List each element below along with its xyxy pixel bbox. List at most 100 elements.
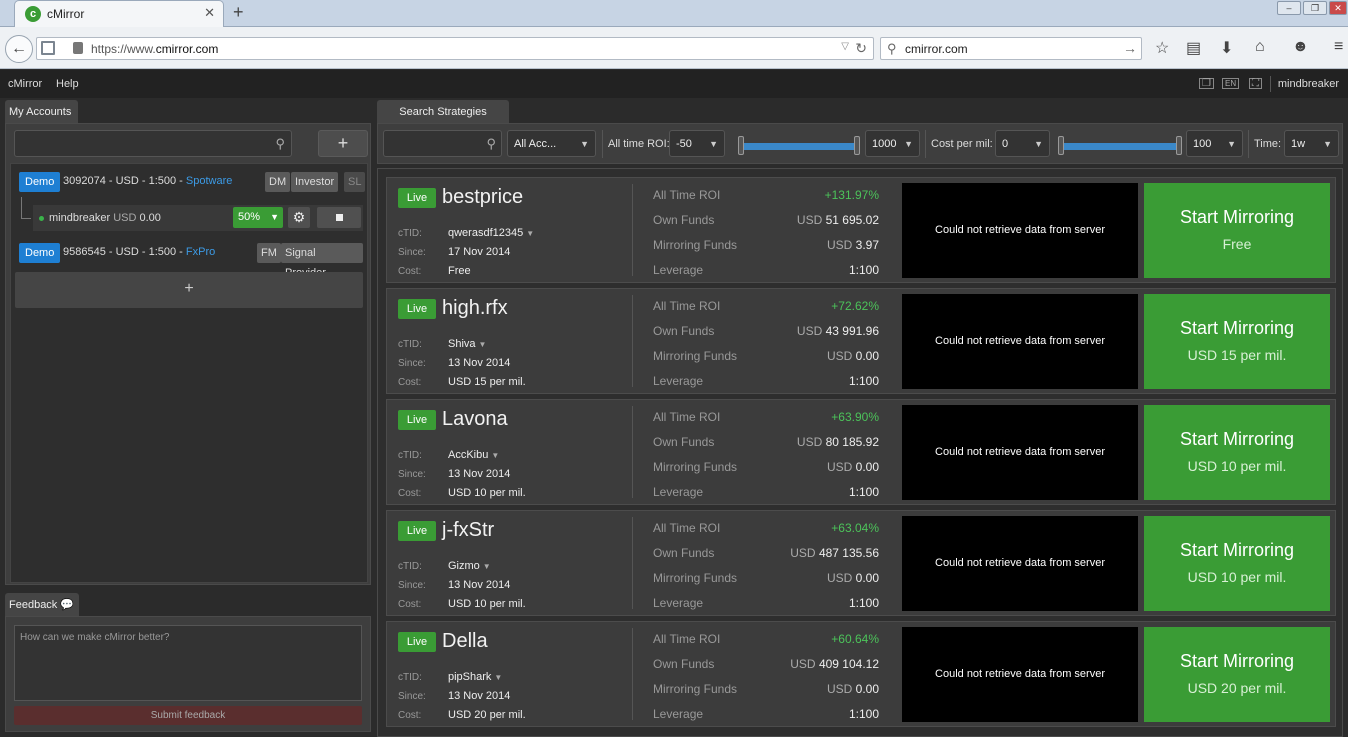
start-mirroring-button[interactable]: Start Mirroring Free bbox=[1144, 183, 1330, 278]
submit-feedback-button[interactable]: Submit feedback bbox=[14, 706, 362, 725]
url-text[interactable]: https://www.cmirror.com bbox=[91, 42, 218, 56]
add-account-row-button[interactable]: + bbox=[15, 272, 363, 308]
since-value: 13 Nov 2014 bbox=[448, 690, 511, 702]
close-window-icon[interactable]: ✕ bbox=[1329, 1, 1347, 15]
strategy-name[interactable]: high.rfx bbox=[442, 297, 508, 320]
app-grid-icon[interactable] bbox=[41, 41, 55, 55]
roi-slider-min-handle[interactable] bbox=[738, 136, 744, 155]
cost-value: USD 10 per mil. bbox=[448, 598, 526, 610]
new-tab-icon[interactable]: + bbox=[233, 2, 244, 23]
menu-help[interactable]: Help bbox=[56, 78, 79, 90]
strategy-name[interactable]: j-fxStr bbox=[442, 519, 494, 542]
account-row[interactable]: Demo 3092074 - USD - 1:500 - Spotware DM… bbox=[15, 170, 366, 194]
window-icon[interactable]: ❐ bbox=[1199, 78, 1214, 89]
download-icon[interactable]: ⬇ bbox=[1220, 38, 1233, 58]
bookmark-star-icon[interactable]: ☆ bbox=[1155, 38, 1169, 58]
start-mirroring-cost: USD 10 per mil. bbox=[1187, 569, 1287, 585]
leverage-label: Leverage bbox=[653, 263, 704, 277]
strategy-name[interactable]: bestprice bbox=[442, 186, 523, 209]
roi-max-select[interactable]: 1000 ▼ bbox=[865, 130, 920, 157]
start-mirroring-button[interactable]: Start Mirroring USD 10 per mil. bbox=[1144, 405, 1330, 500]
minimize-icon[interactable]: – bbox=[1277, 1, 1301, 15]
start-mirroring-label: Start Mirroring bbox=[1179, 207, 1295, 227]
bookmarks-list-icon[interactable]: ▤ bbox=[1186, 38, 1201, 58]
accounts-search-input[interactable]: ⚲ bbox=[14, 130, 292, 157]
strategy-list: Live bestprice cTID: qwerasdf12345 ▼ Sinc… bbox=[377, 168, 1343, 737]
stop-icon bbox=[336, 214, 343, 221]
mirroring-funds-label: Mirroring Funds bbox=[653, 682, 738, 696]
roi-slider-max-handle[interactable] bbox=[854, 136, 860, 155]
fm-chip[interactable]: FM bbox=[257, 243, 281, 263]
time-select[interactable]: 1w ▼ bbox=[1284, 130, 1339, 157]
cost-min-select[interactable]: 0 ▼ bbox=[995, 130, 1050, 157]
allocation-select[interactable]: 50% ▼ bbox=[233, 207, 283, 228]
cost-label: Cost: bbox=[398, 266, 422, 277]
ctid-value[interactable]: qwerasdf12345 ▼ bbox=[448, 227, 534, 239]
roi-min-select[interactable]: -50 ▼ bbox=[669, 130, 725, 157]
chevron-down-icon: ▼ bbox=[482, 562, 491, 571]
card-divider bbox=[632, 406, 633, 498]
browser-search-bar[interactable]: ⚲ cmirror.com → bbox=[880, 37, 1142, 60]
start-mirroring-button[interactable]: Start Mirroring USD 15 per mil. bbox=[1144, 294, 1330, 389]
tab-close-icon[interactable]: ✕ bbox=[204, 5, 215, 21]
restore-icon[interactable]: ❐ bbox=[1303, 1, 1327, 15]
fullscreen-icon[interactable]: ⛶ bbox=[1249, 78, 1262, 89]
cost-slider-max-handle[interactable] bbox=[1176, 136, 1182, 155]
chevron-down-icon: ▼ bbox=[494, 673, 503, 682]
search-text[interactable]: cmirror.com bbox=[905, 42, 968, 56]
roi-range-slider[interactable] bbox=[742, 143, 858, 150]
gear-icon[interactable]: ⚙ bbox=[288, 207, 310, 228]
strategy-name[interactable]: Della bbox=[442, 630, 488, 653]
start-mirroring-cost: USD 10 per mil. bbox=[1187, 458, 1287, 474]
leverage-value: 1:100 bbox=[848, 707, 879, 721]
mirroring-funds-value: USD 0.00 bbox=[826, 571, 879, 585]
own-funds-label: Own Funds bbox=[653, 213, 715, 227]
browser-tab[interactable]: c cMirror ✕ bbox=[14, 0, 224, 27]
strategy-card: Live Lavona cTID: AccKibu ▼ Since: 13 Nov… bbox=[386, 399, 1336, 505]
leverage-label: Leverage bbox=[653, 596, 704, 610]
account-filter-select[interactable]: All Acc... ▼ bbox=[507, 130, 596, 157]
cost-slider-min-handle[interactable] bbox=[1058, 136, 1064, 155]
ctid-value[interactable]: Shiva ▼ bbox=[448, 338, 486, 350]
strategy-card: Live high.rfx cTID: Shiva ▼ Since: 13 Nov… bbox=[386, 288, 1336, 394]
address-bar[interactable]: https://www.cmirror.com ▽ ↻ bbox=[36, 37, 874, 60]
tab-feedback[interactable]: Feedback 💬 bbox=[5, 593, 79, 616]
start-mirroring-label: Start Mirroring bbox=[1179, 651, 1295, 671]
feedback-textarea[interactable]: How can we make cMirror better? bbox=[14, 625, 362, 701]
strategy-name[interactable]: Lavona bbox=[442, 408, 508, 431]
username[interactable]: mindbreaker bbox=[1278, 78, 1339, 90]
back-arrow-icon[interactable]: ← bbox=[5, 35, 33, 63]
url-dropdown-icon[interactable]: ▽ bbox=[841, 41, 849, 52]
performance-chart: Could not retrieve data from server bbox=[902, 294, 1138, 389]
roi-value: +63.04% bbox=[831, 521, 879, 535]
sub-account-row[interactable]: mindbreaker USD 0.00 50% ▼ ⚙ bbox=[33, 205, 363, 231]
investor-chip[interactable]: Investor bbox=[291, 172, 339, 192]
ctid-value[interactable]: Gizmo ▼ bbox=[448, 560, 491, 572]
language-icon[interactable]: EN bbox=[1222, 78, 1240, 89]
account-row[interactable]: Demo 9586545 - USD - 1:500 - FxPro FM Si… bbox=[15, 241, 363, 279]
signal-provider-chip[interactable]: Signal Provider bbox=[281, 243, 363, 279]
home-icon[interactable]: ⌂ bbox=[1255, 38, 1265, 56]
menu-cmirror[interactable]: cMirror bbox=[8, 78, 42, 90]
live-badge: Live bbox=[398, 410, 436, 430]
chat-icon[interactable]: ☻ bbox=[1292, 38, 1309, 56]
search-go-icon[interactable]: → bbox=[1123, 40, 1137, 56]
ctid-label: cTID: bbox=[398, 339, 422, 350]
cost-range-slider[interactable] bbox=[1062, 143, 1178, 150]
dm-chip[interactable]: DM bbox=[265, 172, 291, 192]
tab-my-accounts[interactable]: My Accounts bbox=[5, 100, 78, 124]
tab-search-strategies[interactable]: Search Strategies bbox=[377, 100, 509, 124]
ctid-value[interactable]: pipShark ▼ bbox=[448, 671, 502, 683]
cost-max-select[interactable]: 100 ▼ bbox=[1186, 130, 1243, 157]
cost-label: Cost: bbox=[398, 710, 422, 721]
start-mirroring-button[interactable]: Start Mirroring USD 20 per mil. bbox=[1144, 627, 1330, 722]
stop-button[interactable] bbox=[317, 207, 361, 228]
add-account-button[interactable]: + bbox=[318, 130, 368, 157]
start-mirroring-button[interactable]: Start Mirroring USD 10 per mil. bbox=[1144, 516, 1330, 611]
hamburger-menu-icon[interactable]: ≡ bbox=[1334, 38, 1343, 56]
sl-chip[interactable]: SL bbox=[344, 172, 366, 192]
accounts-list: Demo 3092074 - USD - 1:500 - Spotware DM… bbox=[10, 163, 368, 583]
strategy-search-input[interactable]: ⚲ bbox=[383, 130, 502, 157]
reload-icon[interactable]: ↻ bbox=[855, 40, 867, 57]
ctid-value[interactable]: AccKibu ▼ bbox=[448, 449, 499, 461]
